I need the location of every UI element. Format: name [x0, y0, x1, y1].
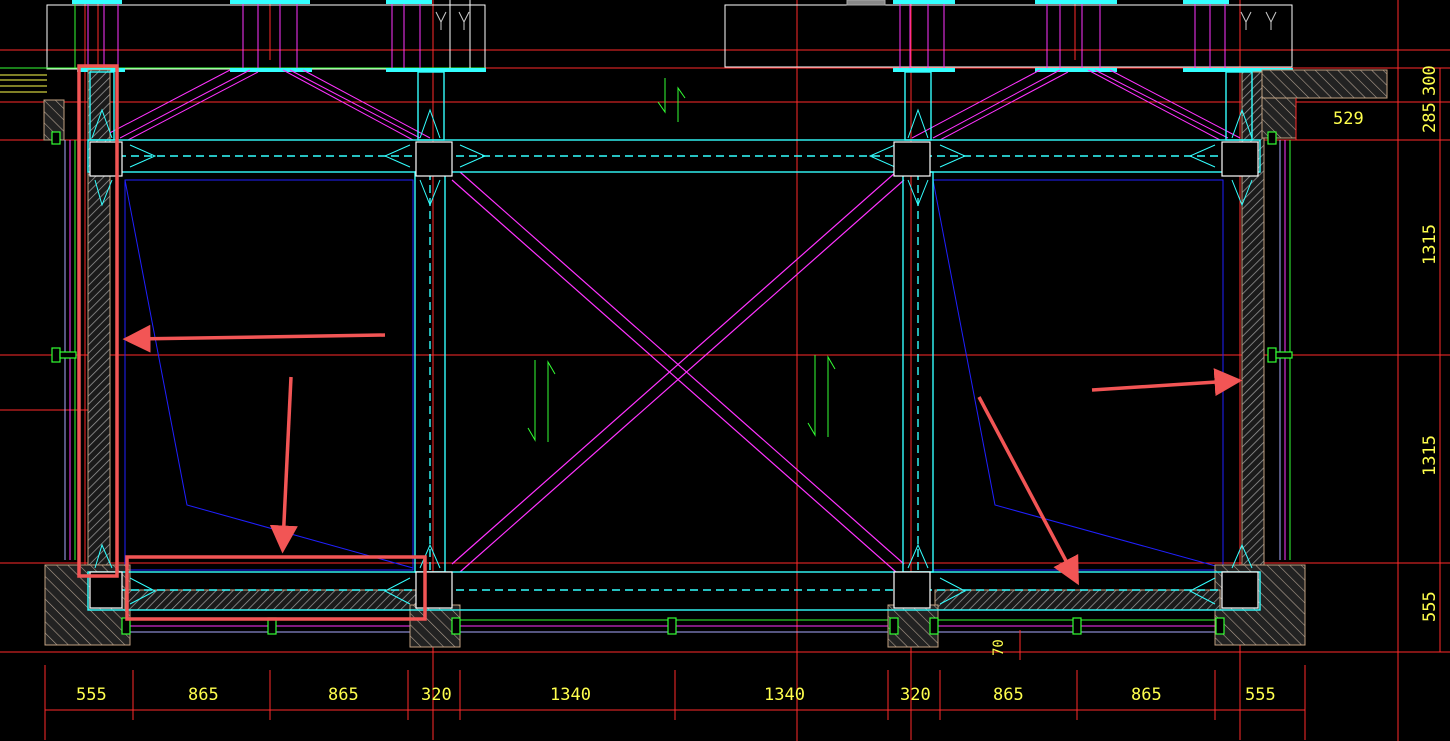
- dim-bottom-3: 865: [328, 685, 359, 705]
- dim-bottom-2: 865: [188, 685, 219, 705]
- annotations: [77, 64, 1243, 621]
- dim-bottom-9: 865: [1131, 685, 1162, 705]
- top-magenta-lines: [87, 0, 1226, 70]
- cad-drawing: 555 865 865 320 1340 1340 320 865 865 55…: [0, 0, 1450, 741]
- dim-bottom-7: 320: [900, 685, 931, 705]
- annotation-arrow-3: [1091, 368, 1243, 397]
- dim-right-4: 1315: [1420, 435, 1440, 476]
- dim-right-1: 300: [1420, 65, 1440, 96]
- x-bracing: [451, 171, 905, 573]
- top-cyan-caps: [72, 0, 1293, 72]
- annotation-arrow-2: [269, 376, 298, 554]
- dim-right-5: 555: [1420, 591, 1440, 622]
- dim-bottom-8: 865: [993, 685, 1024, 705]
- dim-bottom-1: 555: [76, 685, 107, 705]
- dim-small: 70: [991, 639, 1007, 656]
- top-structures: [0, 0, 1293, 93]
- annotation-arrow-4: [977, 396, 1079, 586]
- dim-top-right: 529: [1333, 109, 1364, 129]
- dim-bottom-10: 555: [1245, 685, 1276, 705]
- roof-braces: [99, 69, 1241, 141]
- dim-bottom-5: 1340: [550, 685, 591, 705]
- columns: [89, 141, 1259, 609]
- dim-bottom-6: 1340: [764, 685, 805, 705]
- slope-arrows: [527, 78, 836, 442]
- annotation-arrow-1: [122, 324, 386, 353]
- chevrons: [91, 108, 1253, 605]
- dim-bottom-4: 320: [421, 685, 452, 705]
- dim-right-3: 1315: [1420, 224, 1440, 265]
- blue-lines: [124, 179, 1224, 571]
- dim-right-2: 285: [1420, 102, 1440, 133]
